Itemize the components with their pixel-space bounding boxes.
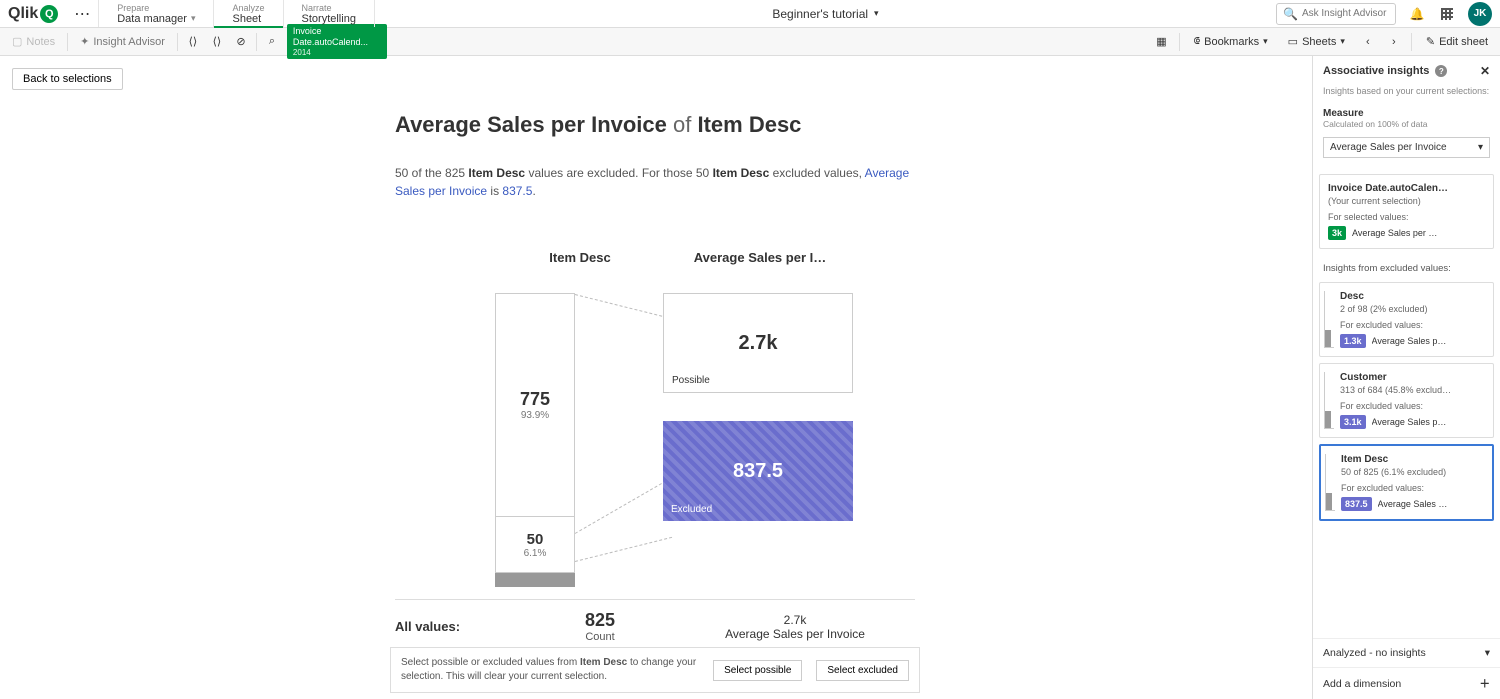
col-header-dimension: Item Desc [495, 250, 665, 265]
selections-tool-icon[interactable]: ▦ [1153, 33, 1171, 51]
chevron-down-icon: ▾ [1340, 36, 1345, 47]
chevron-down-icon: ▾ [1485, 647, 1490, 659]
possible-label: Possible [672, 375, 710, 386]
pencil-icon: ✎ [1426, 35, 1435, 48]
prev-sheet-icon[interactable]: ‹ [1359, 33, 1377, 51]
value-pill: 837.5 [1341, 497, 1372, 511]
connector-line [575, 483, 662, 534]
avatar[interactable]: JK [1468, 2, 1492, 26]
selections-forward-icon[interactable]: ⟨⟩ [208, 33, 226, 51]
selection-footer: Select possible or excluded values from … [390, 647, 920, 693]
insight-card-customer[interactable]: Customer 313 of 684 (45.8% exclud… For e… [1319, 363, 1494, 438]
excluded-measure-value: 837.5 [733, 460, 783, 483]
connector-line [575, 294, 672, 319]
panel-subtitle: Insights based on your current selection… [1313, 86, 1500, 104]
nav-analyze[interactable]: Analyze Sheet [213, 0, 282, 27]
info-icon[interactable]: ? [1435, 65, 1447, 77]
selections-back-icon[interactable]: ⟨⟩ [184, 33, 202, 51]
search-input[interactable] [1302, 8, 1389, 19]
edit-sheet-button[interactable]: ✎Edit sheet [1420, 33, 1494, 50]
note-icon: ▢ [12, 35, 22, 48]
excluded-count: 50 [527, 531, 544, 548]
total-count-label: Count [525, 631, 675, 643]
chevron-down-icon: ▾ [1263, 36, 1268, 47]
insight-advisor-button[interactable]: ✦Insight Advisor [74, 35, 171, 48]
associative-insights-panel: Associative insights ? ✕ Insights based … [1312, 56, 1500, 699]
divider [395, 599, 915, 600]
chevron-down-icon: ▾ [1478, 142, 1483, 153]
notifications-icon[interactable]: 🔔 [1408, 5, 1426, 23]
excluded-measure-box[interactable]: 837.5 Excluded [663, 421, 853, 521]
back-to-selections-button[interactable]: Back to selections [12, 68, 123, 90]
plus-icon: ＋ [1480, 676, 1491, 691]
possible-count: 775 [520, 389, 550, 410]
value-pill: 3.1k [1340, 415, 1366, 429]
qlik-logo: QlikQ [8, 5, 58, 23]
possible-measure-value: 2.7k [739, 332, 778, 355]
page-title: Beginner's tutorial [772, 7, 868, 21]
possible-measure-box[interactable]: 2.7k Possible [663, 293, 853, 393]
insight-summary: 50 of the 825 Item Desc values are exclu… [395, 164, 915, 200]
sparkline-icon [1324, 372, 1334, 429]
select-possible-button[interactable]: Select possible [713, 660, 802, 681]
excluded-pct: 6.1% [524, 548, 547, 559]
excluded-insights-header: Insights from excluded values: [1319, 255, 1494, 276]
sheets-menu[interactable]: ▭Sheets▾ [1282, 33, 1351, 50]
selection-chip[interactable]: Invoice Date.autoCalend... 2014 [287, 24, 387, 59]
sheet-icon: ▭ [1288, 35, 1298, 48]
panel-title: Associative insights [1323, 65, 1429, 77]
chevron-down-icon: ▾ [191, 13, 196, 24]
all-values-label: All values: [395, 619, 525, 634]
smart-search-icon[interactable]: ⌕ [263, 33, 281, 51]
bookmarks-menu[interactable]: ⟃Bookmarks▾ [1188, 33, 1274, 50]
total-measure-label: Average Sales per Invoice [695, 627, 895, 641]
total-count: 825 [525, 610, 675, 631]
excluded-label: Excluded [671, 504, 712, 515]
value-pill: 3k [1328, 226, 1346, 240]
value-pill: 1.3k [1340, 334, 1366, 348]
bookmark-icon: ⟃ [1194, 35, 1201, 48]
sparkline-icon [1324, 291, 1334, 348]
select-excluded-button[interactable]: Select excluded [816, 660, 909, 681]
insight-card-current[interactable]: Invoice Date.autoCalen… (Your current se… [1319, 174, 1494, 249]
bar-base [495, 573, 575, 587]
nav-narrate[interactable]: Narrate Storytelling [283, 0, 375, 27]
insight-title: Average Sales per Invoice of Item Desc [395, 112, 1312, 138]
close-icon[interactable]: ✕ [1480, 64, 1490, 78]
measure-section-sub: Calculated on 100% of data [1313, 119, 1500, 133]
connector-line [575, 537, 672, 562]
sparkle-icon: ✦ [80, 35, 89, 48]
insight-card-desc[interactable]: Desc 2 of 98 (2% excluded) For excluded … [1319, 282, 1494, 357]
measure-section-label: Measure [1313, 104, 1500, 119]
possible-pct: 93.9% [521, 410, 549, 421]
apps-grid-icon[interactable] [1438, 5, 1456, 23]
chevron-down-icon[interactable]: ▾ [874, 8, 879, 19]
col-header-measure: Average Sales per I… [665, 250, 855, 265]
insight-search[interactable]: 🔍 [1276, 3, 1396, 25]
dimension-bar: 775 93.9% 50 6.1% [495, 293, 575, 573]
more-menu[interactable]: ⋯ [74, 4, 90, 24]
qlik-q-icon: Q [40, 5, 58, 23]
next-sheet-icon[interactable]: › [1385, 33, 1403, 51]
add-dimension[interactable]: Add a dimension＋ [1313, 667, 1500, 699]
clear-selections-icon[interactable]: ⊘ [232, 33, 250, 51]
insight-card-item-desc[interactable]: Item Desc 50 of 825 (6.1% excluded) For … [1319, 444, 1494, 521]
nav-prepare[interactable]: Prepare Data manager▾ [98, 0, 213, 27]
search-icon: 🔍 [1283, 7, 1298, 21]
notes-button[interactable]: ▢Notes [6, 35, 61, 48]
analyzed-no-insights[interactable]: Analyzed - no insights▾ [1313, 638, 1500, 667]
measure-dropdown[interactable]: Average Sales per Invoice▾ [1323, 137, 1490, 158]
total-measure: 2.7k [695, 613, 895, 627]
sparkline-icon [1325, 454, 1335, 511]
